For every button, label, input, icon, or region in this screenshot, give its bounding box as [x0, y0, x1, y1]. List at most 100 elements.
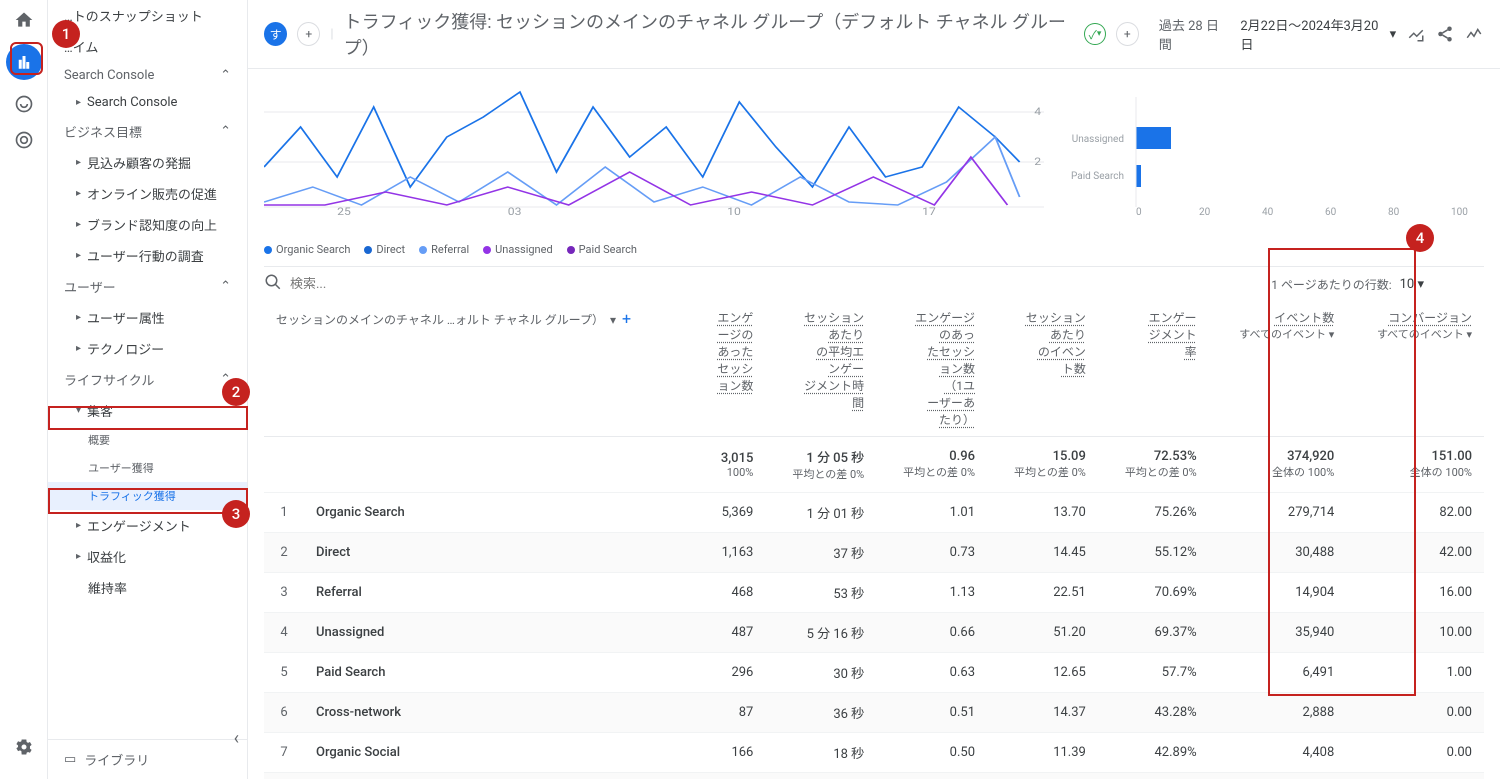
nav-section-lifecycle[interactable]: ライフサイクル⌃ — [48, 364, 247, 395]
table-row[interactable]: 7Organic Social16618 秒0.5011.3942.89%4,4… — [264, 733, 1484, 773]
nav-section-search-console[interactable]: Search Console⌃ — [48, 62, 247, 89]
cell: 0.73 — [876, 533, 987, 573]
cell: 74 — [1209, 773, 1347, 779]
add-comparison-button[interactable]: + — [1116, 22, 1139, 46]
nav-item-label: 概要 — [88, 432, 110, 448]
chart-legend: Organic Search Direct Referral Unassigned Pa… — [264, 239, 1484, 266]
explore-icon[interactable] — [12, 92, 36, 116]
cell: 5,369 — [696, 493, 765, 533]
search-input[interactable] — [290, 277, 1263, 292]
rows-per-page-select[interactable]: 10 ▾ — [1400, 277, 1484, 292]
nav-retention[interactable]: 維持率 — [48, 572, 247, 603]
cell: 10.00 — [1346, 613, 1484, 653]
nav-panel: …トのスナップショット …イム Search Console⌃ ▸Search … — [48, 0, 248, 779]
nav-item[interactable]: トラフィック獲得 — [48, 482, 247, 510]
col-header[interactable]: イベント数すべてのイベント ▾ — [1209, 301, 1347, 437]
col-header[interactable]: セッションあたりの平均エンゲージメント時間 — [765, 301, 876, 437]
col-subheader[interactable]: すべてのイベント ▾ — [1221, 326, 1335, 342]
cell: 36 秒 — [765, 693, 876, 733]
collapse-nav-icon[interactable]: ‹ — [234, 728, 239, 749]
nav-item[interactable]: ▸見込み顧客の発掘 — [48, 147, 247, 178]
nav-engagement[interactable]: ▸ エンゲージメント — [48, 510, 247, 541]
legend-dot — [264, 246, 272, 254]
nav-item[interactable]: ▸ユーザー行動の調査 — [48, 240, 247, 271]
customize-icon[interactable] — [1406, 25, 1425, 43]
col-header[interactable]: エンゲージのあったセッション数（1ユーザーあたり） — [876, 301, 987, 437]
rows-per-page-label: 1 ページあたりの行数: — [1271, 276, 1391, 293]
cell: 0.00 — [876, 773, 987, 779]
status-check-icon[interactable]: ✓▾ — [1084, 23, 1105, 45]
svg-text:40: 40 — [1262, 207, 1274, 217]
nav-item[interactable]: ▸ オンライン販売の促進 — [48, 178, 247, 209]
summary-cell: 72.53%平均との差 0% — [1098, 437, 1209, 493]
nav-item-label: 見込み顧客の発掘 — [87, 153, 191, 172]
caret-down-icon: ▾ — [76, 405, 81, 416]
nav-section-label: ビジネス目標 — [64, 122, 142, 141]
table-toolbar: 1 ページあたりの行数: 10 ▾ — [264, 266, 1484, 301]
table-row[interactable]: 2Direct1,16337 秒0.7314.4555.12%30,48842.… — [264, 533, 1484, 573]
cell: 69.37% — [1098, 613, 1209, 653]
nav-acquisition[interactable]: ▾集客 — [48, 395, 247, 426]
row-dimension: Organic Social — [304, 733, 696, 773]
col-subheader[interactable]: すべてのイベント ▾ — [1358, 326, 1472, 342]
nav-item[interactable]: ▸テクノロジー — [48, 333, 247, 364]
legend-item[interactable]: Paid Search — [567, 243, 637, 256]
home-icon[interactable] — [12, 8, 36, 32]
add-dimension-icon[interactable]: + — [622, 309, 631, 328]
nav-item-label: トラフィック獲得 — [88, 488, 176, 504]
nav-item[interactable]: ▸ブランド認知度の向上 — [48, 209, 247, 240]
nav-section-label: Search Console — [64, 68, 154, 83]
nav-section-user[interactable]: ユーザー⌃ — [48, 271, 247, 302]
table-row[interactable]: 4Unassigned4875 分 16 秒0.6651.2069.37%35,… — [264, 613, 1484, 653]
cell: 0.51 — [876, 693, 987, 733]
ads-icon[interactable] — [12, 128, 36, 152]
nav-search-console[interactable]: ▸Search Console — [48, 89, 247, 116]
nav-item-label: エンゲージメント — [87, 516, 191, 535]
cell: 6,491 — [1209, 653, 1347, 693]
nav-item[interactable]: ユーザー獲得 — [48, 454, 247, 482]
cell: 0.63 — [876, 653, 987, 693]
segment-chip[interactable]: す — [264, 22, 287, 46]
legend-item[interactable]: Organic Search — [264, 243, 350, 256]
col-header[interactable]: コンバージョンすべてのイベント ▾ — [1346, 301, 1484, 437]
nav-item[interactable]: ▸ユーザー属性 — [48, 302, 247, 333]
caret-right-icon: ▸ — [76, 188, 81, 199]
caret-right-icon: ▸ — [76, 551, 81, 562]
nav-item-label: オンライン販売の促進 — [87, 184, 217, 203]
date-range-picker[interactable]: 過去 28 日間 2月22日～2024年3月20日 ▾ — [1159, 15, 1396, 53]
cell: 42.89% — [1098, 733, 1209, 773]
main-content: す + | トラフィック獲得: セッションのメインのチャネル グループ（デフォル… — [248, 0, 1500, 779]
nav-section-biz[interactable]: ビジネス目標⌃ — [48, 116, 247, 147]
table-row[interactable]: 8Paid Other00 秒0.003.220%740.00 — [264, 773, 1484, 779]
table-row[interactable]: 5Paid Search29630 秒0.6312.6557.7%6,4911.… — [264, 653, 1484, 693]
summary-cell: 1 分 05 秒平均との差 0% — [765, 437, 876, 493]
legend-item[interactable]: Referral — [419, 243, 469, 256]
legend-item[interactable]: Unassigned — [483, 243, 553, 256]
table-row[interactable]: 3Referral46853 秒1.1322.5170.69%14,90416.… — [264, 573, 1484, 613]
col-header[interactable]: エンゲージのあったセッション数 — [696, 301, 765, 437]
cell: 12.65 — [987, 653, 1098, 693]
row-index: 8 — [264, 773, 304, 779]
settings-icon[interactable] — [12, 735, 36, 759]
add-segment-button[interactable]: + — [297, 22, 320, 46]
caret-right-icon: ▸ — [76, 520, 81, 531]
nav-item[interactable]: 概要 — [48, 426, 247, 454]
nav-library[interactable]: ▭ライブラリ — [48, 739, 247, 779]
dimension-header[interactable]: セッションのメインのチャネル …ォルト チャネル グループ） ▾ + — [264, 301, 696, 437]
col-header[interactable]: セッションあたりのイベント数 — [987, 301, 1098, 437]
col-header[interactable]: エンゲージメント率 — [1098, 301, 1209, 437]
cell: 75.26% — [1098, 493, 1209, 533]
cell: 57.7% — [1098, 653, 1209, 693]
cell: 166 — [696, 733, 765, 773]
reports-icon[interactable] — [6, 44, 42, 80]
cell: 1,163 — [696, 533, 765, 573]
share-icon[interactable] — [1435, 25, 1454, 43]
table-row[interactable]: 1Organic Search5,3691 分 01 秒1.0113.7075.… — [264, 493, 1484, 533]
insights-icon[interactable] — [1465, 25, 1484, 43]
table-row[interactable]: 6Cross-network8736 秒0.5114.3743.28%2,888… — [264, 693, 1484, 733]
bar-chart: Unassigned Paid Search 020406080100 — [1064, 77, 1484, 231]
nav-monetization[interactable]: ▸収益化 — [48, 541, 247, 572]
legend-item[interactable]: Direct — [364, 243, 405, 256]
cell: 70.69% — [1098, 573, 1209, 613]
annotation-1: 1 — [52, 20, 80, 48]
